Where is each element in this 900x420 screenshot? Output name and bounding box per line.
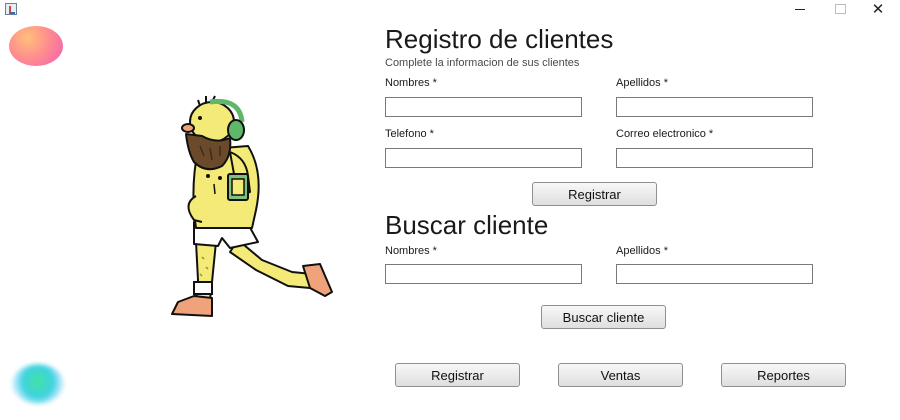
buscar-apellidos-field[interactable] [616, 264, 813, 284]
nav-reportes-button[interactable]: Reportes [721, 363, 846, 387]
buscar-nombres-label: Nombres * [385, 245, 437, 257]
registro-telefono-field[interactable] [385, 148, 582, 168]
registro-nombres-label: Nombres * [385, 77, 437, 89]
registro-correo-field[interactable] [616, 148, 813, 168]
maximize-icon [834, 4, 846, 14]
registro-apellidos-label: Apellidos * [616, 77, 668, 89]
walking-bearded-man-illustration [171, 95, 333, 317]
buscar-title: Buscar cliente [385, 210, 549, 240]
decorative-blob-bottom [12, 364, 64, 404]
title-bar: ✕ [0, 0, 900, 18]
registro-correo-label: Correo electronico * [616, 128, 714, 140]
close-button[interactable]: ✕ [858, 0, 898, 18]
nav-ventas-button[interactable]: Ventas [558, 363, 683, 387]
decorative-blob-top [9, 26, 63, 66]
maximize-button[interactable] [820, 0, 860, 18]
registrar-cliente-button[interactable]: Registrar [532, 182, 657, 206]
registro-title: Registro de clientes [385, 24, 614, 54]
buscar-apellidos-label: Apellidos * [616, 245, 668, 257]
java-app-icon [5, 3, 17, 15]
buscar-cliente-button[interactable]: Buscar cliente [541, 305, 666, 329]
minimize-button[interactable] [780, 0, 820, 18]
buscar-nombres-field[interactable] [385, 264, 582, 284]
registro-subtitle: Complete la informacion de sus clientes [385, 57, 580, 69]
nav-registrar-button[interactable]: Registrar [395, 363, 520, 387]
minimize-icon [795, 8, 805, 10]
registro-telefono-label: Telefono * [385, 128, 434, 140]
registro-nombres-field[interactable] [385, 97, 582, 117]
registro-apellidos-field[interactable] [616, 97, 813, 117]
